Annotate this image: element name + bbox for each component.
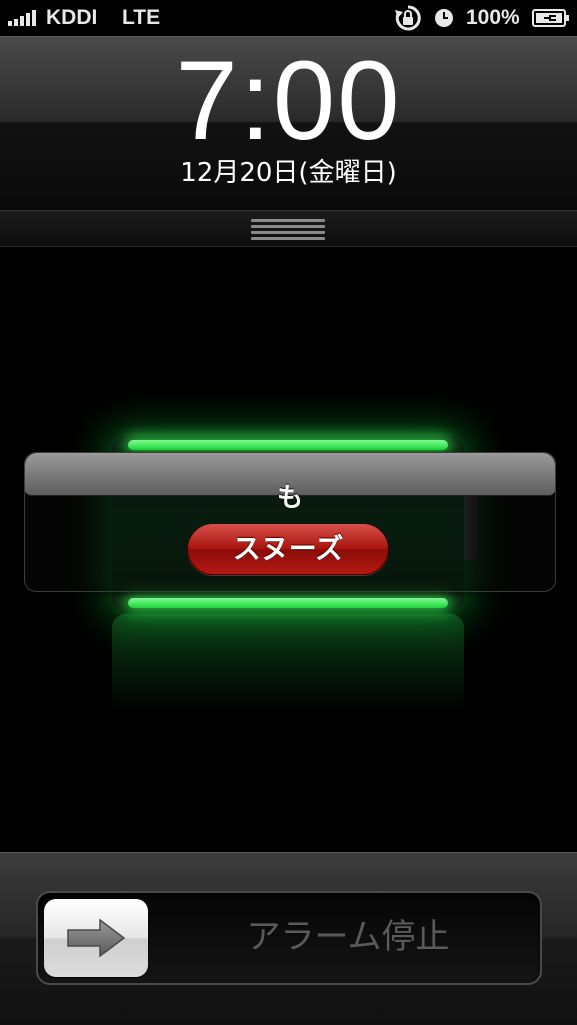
battery-bottom-glow xyxy=(128,598,448,608)
alarm-message: も xyxy=(276,483,303,513)
clock-date: 12月20日(金曜日) xyxy=(180,158,397,188)
battery-reflection xyxy=(112,614,464,714)
notification-grabber-bar[interactable] xyxy=(0,211,577,247)
signal-icon xyxy=(8,10,36,26)
alarm-icon xyxy=(435,9,453,27)
battery-charging-icon xyxy=(532,9,569,27)
carrier-name: KDDI xyxy=(46,6,98,29)
arrow-right-icon xyxy=(67,918,126,958)
snooze-button[interactable]: スヌーズ xyxy=(187,523,389,575)
rotation-lock-icon xyxy=(395,5,421,31)
clock-panel: 7:00 12月20日(金曜日) xyxy=(0,36,577,211)
slider-knob[interactable] xyxy=(44,899,148,977)
battery-percentage: 100% xyxy=(466,6,520,29)
battery-top-glow xyxy=(128,440,448,450)
clock-time: 7:00 xyxy=(175,38,402,163)
status-bar: KDDI LTE 100% xyxy=(0,0,577,36)
stop-alarm-slider[interactable]: アラーム停止 xyxy=(36,891,542,985)
bottom-panel: アラーム停止 xyxy=(0,852,577,1025)
network-type: LTE xyxy=(122,6,161,29)
grabber-icon[interactable] xyxy=(251,219,325,243)
slider-label: アラーム停止 xyxy=(246,917,450,957)
alarm-alert: も スヌーズ xyxy=(24,452,556,592)
